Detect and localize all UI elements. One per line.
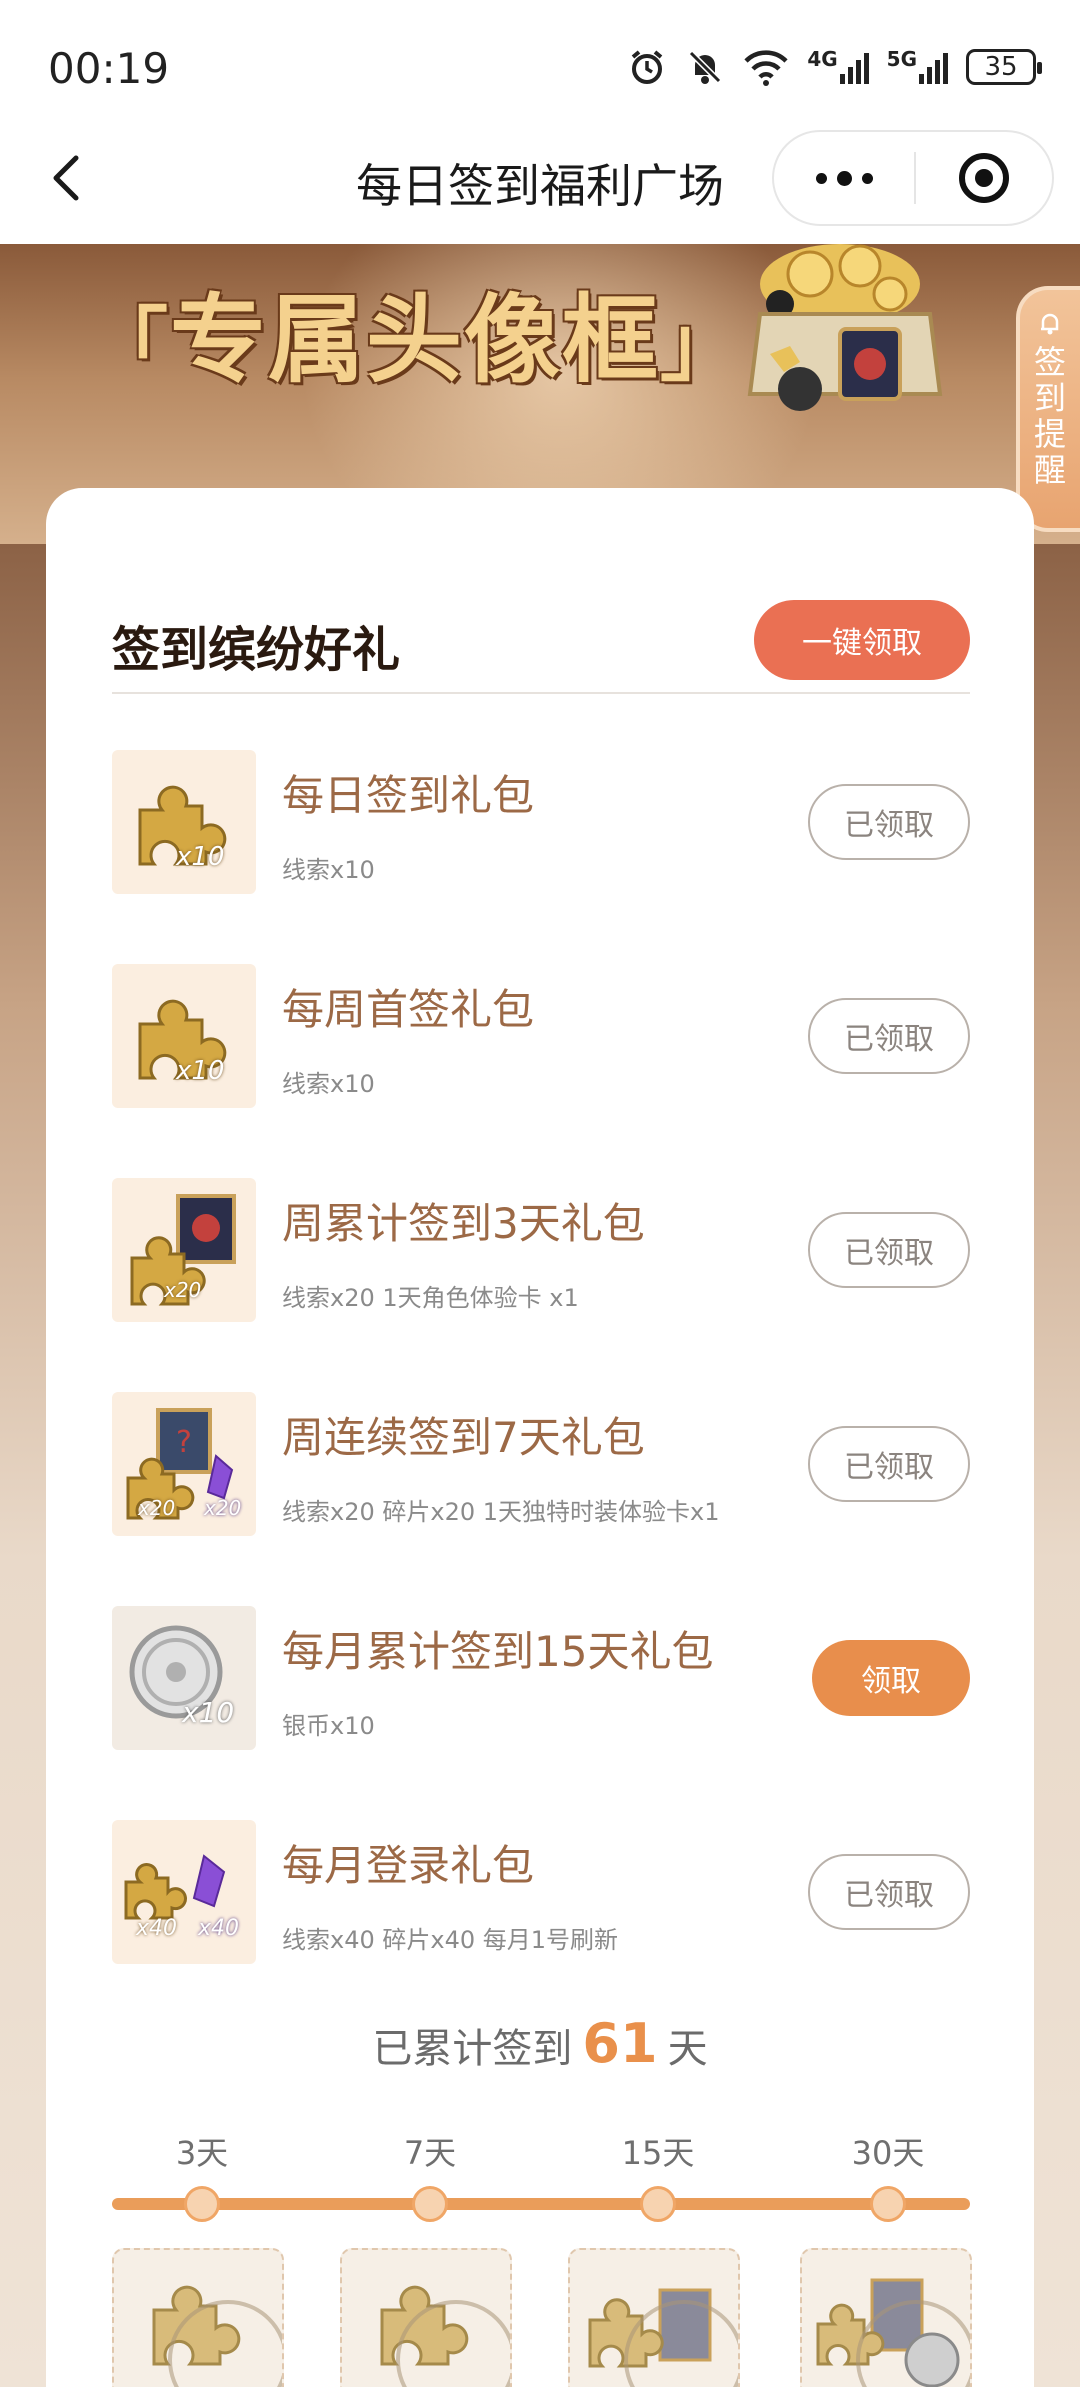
target-icon — [959, 153, 1009, 203]
gift-thumbnail: x40 x40 — [112, 1820, 256, 1964]
claim-all-button[interactable]: 一键领取 — [754, 600, 970, 680]
gift-desc: 线索x20 1天角色体验卡 x1 — [282, 1284, 579, 1312]
milestone-labels: 3天 7天 15天 30天 — [112, 2128, 970, 2208]
claimed-button[interactable]: 已领取 — [808, 1212, 970, 1288]
card-header: 签到缤纷好礼 一键领取 — [112, 544, 970, 694]
gift-desc: 线索x10 — [282, 1070, 375, 1098]
status-icons: 4G 5G 35 — [627, 44, 1042, 90]
gift-desc: 线索x40 碎片x40 每月1号刷新 — [282, 1926, 619, 1954]
gift-thumbnail: x10 — [112, 750, 256, 894]
milestone-dot — [184, 2186, 220, 2222]
network-4g-label: 4G — [807, 47, 838, 71]
puzzle-piece-icon — [138, 785, 227, 866]
gift-name: 周累计签到3天礼包 — [282, 1199, 645, 1248]
milestone-reward-30d[interactable] — [800, 2248, 972, 2387]
sign-in-progress-bar — [112, 2186, 970, 2222]
milestone-reward-3d[interactable] — [112, 2248, 284, 2387]
gift-name: 每月登录礼包 — [282, 1841, 535, 1890]
gift-badge: x40 — [136, 1916, 178, 1941]
battery-icon: 35 — [966, 49, 1042, 85]
gift-thumbnail: x20 — [112, 1178, 256, 1322]
puzzle-and-crystal-icon — [124, 1854, 226, 1920]
svg-text:?: ? — [176, 1425, 192, 1460]
card-title: 签到缤纷好礼 — [112, 622, 401, 678]
milestone-dot — [870, 2186, 906, 2222]
banner-title-text: 专属头像框 — [170, 283, 660, 396]
gift-name: 每月累计签到15天礼包 — [282, 1627, 714, 1676]
nav-bar: 每日签到福利广场 — [0, 120, 1080, 244]
gift-name: 周连续签到7天礼包 — [282, 1413, 645, 1462]
gift-row-weekly-7days: ? x20 x20 周连续签到7天礼包 线索x20 碎片x20 1天独特时装体验… — [112, 1392, 970, 1606]
network-5g-label: 5G — [886, 47, 917, 71]
sign-in-total-suffix: 天 — [667, 2026, 708, 2072]
puzzle-piece-icon — [138, 999, 227, 1080]
gift-name: 每日签到礼包 — [282, 771, 535, 820]
claimed-button[interactable]: 已领取 — [808, 1426, 970, 1502]
claimed-button[interactable]: 已领取 — [808, 1854, 970, 1930]
treasure-chest-image — [747, 244, 943, 411]
signal-5g-icon — [919, 50, 948, 84]
milestone-reward-7d[interactable] — [340, 2248, 512, 2387]
claimed-button[interactable]: 已领取 — [808, 784, 970, 860]
gift-row-daily: x10 每日签到礼包 线索x10 已领取 — [112, 750, 970, 964]
milestone-dot — [640, 2186, 676, 2222]
milestone-label: 15天 — [621, 2134, 695, 2172]
rewards-card: 签到缤纷好礼 一键领取 x10 每日签到礼包 线索x10 已领取 x10 每周首… — [46, 488, 1034, 2387]
wifi-icon — [744, 50, 788, 86]
gift-row-weekly-3days: x20 周累计签到3天礼包 线索x20 1天角色体验卡 x1 已领取 — [112, 1178, 970, 1392]
sign-in-reminder-tab[interactable]: 签 到 提 醒 — [1016, 286, 1080, 532]
gift-desc: 线索x20 碎片x20 1天独特时装体验卡x1 — [282, 1498, 720, 1526]
claimed-button[interactable]: 已领取 — [808, 998, 970, 1074]
milestone-rewards — [112, 2248, 1012, 2387]
gift-badge: x20 — [164, 1278, 202, 1302]
milestone-label: 30天 — [851, 2134, 925, 2172]
milestone-label: 3天 — [175, 2134, 229, 2172]
milestone-label: 7天 — [403, 2134, 457, 2172]
claim-button[interactable]: 领取 — [812, 1640, 970, 1716]
sign-in-total-days: 61 — [582, 2012, 658, 2075]
gift-badge: x10 — [182, 1696, 235, 1729]
milestone-reward-15d[interactable] — [568, 2248, 740, 2387]
gift-thumbnail: x10 — [112, 1606, 256, 1750]
gift-list: x10 每日签到礼包 线索x10 已领取 x10 每周首签礼包 线索x10 已领… — [112, 750, 970, 2034]
close-mini-program-button[interactable] — [916, 132, 1052, 224]
status-bar: 00:19 4G 5G 35 — [0, 0, 1080, 136]
gift-desc: 银币x10 — [282, 1712, 375, 1740]
gift-thumbnail: ? x20 x20 — [112, 1392, 256, 1536]
mute-bell-icon — [689, 50, 722, 84]
gift-name: 每周首签礼包 — [282, 985, 535, 1034]
dot-icon — [836, 170, 852, 186]
signal-4g-icon — [839, 50, 869, 84]
banner-title: 「专属头像框」 — [88, 283, 742, 396]
milestone-dot — [412, 2186, 448, 2222]
battery-level: 35 — [984, 52, 1018, 82]
dot-icon — [815, 172, 827, 184]
gift-badge: x20 — [204, 1496, 242, 1520]
more-menu-button[interactable] — [774, 132, 914, 224]
gift-thumbnail: x10 — [112, 964, 256, 1108]
bell-icon — [1041, 313, 1059, 335]
alarm-icon — [632, 50, 663, 84]
status-time: 00:19 — [48, 44, 170, 93]
gift-row-monthly-login: x40 x40 每月登录礼包 线索x40 碎片x40 每月1号刷新 已领取 — [112, 1820, 970, 2034]
gift-badge: x10 — [176, 1056, 225, 1086]
sign-in-total-prefix: 已累计签到 — [372, 2026, 573, 2072]
gift-row-weekly-first: x10 每周首签礼包 线索x10 已领取 — [112, 964, 970, 1178]
gift-row-monthly-15days: x10 每月累计签到15天礼包 银币x10 领取 — [112, 1606, 970, 1820]
gift-badge: x40 — [198, 1916, 240, 1941]
gift-desc: 线索x10 — [282, 856, 375, 884]
dot-icon — [861, 172, 873, 184]
mini-program-capsule — [772, 130, 1054, 226]
sign-in-total: 已累计签到 61 天 — [46, 2012, 1034, 2075]
gift-badge: x10 — [176, 842, 225, 872]
gift-badge: x20 — [138, 1496, 176, 1520]
